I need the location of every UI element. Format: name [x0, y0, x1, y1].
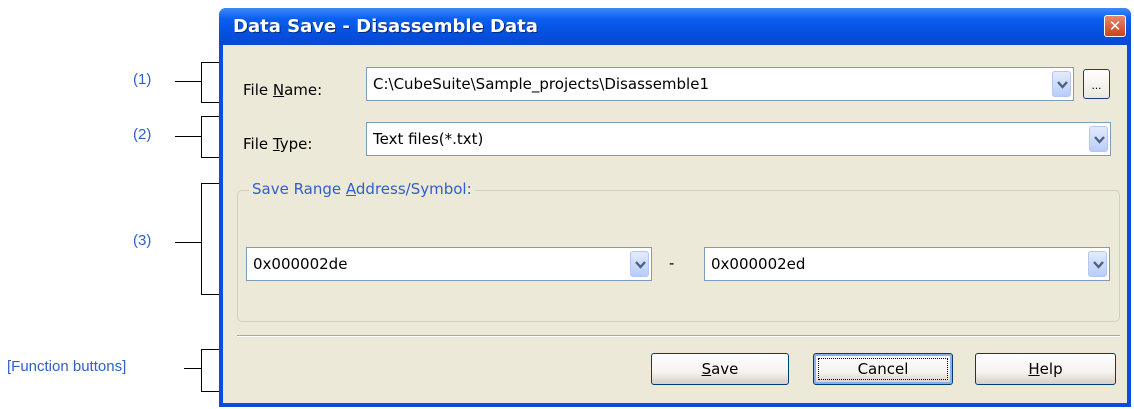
range-start-combobox[interactable]: 0x000002de	[246, 247, 652, 281]
close-button[interactable]: ✕	[1104, 15, 1126, 37]
focus-rectangle	[818, 358, 948, 380]
dialog-title: Data Save - Disassemble Data	[233, 16, 538, 37]
file-name-combobox[interactable]: C:\CubeSuite\Sample_projects\Disassemble…	[366, 67, 1074, 101]
bracket-2-bottom	[201, 157, 221, 158]
bracket-3-bottom	[201, 294, 221, 295]
browse-ellipsis: ...	[1091, 78, 1102, 92]
range-start-dropdown-button[interactable]	[630, 251, 649, 277]
bracket-1-vertical	[201, 62, 202, 103]
help-button[interactable]: Help	[975, 353, 1116, 385]
button-area-separator	[237, 335, 1120, 337]
bracket-2-vertical	[201, 116, 202, 158]
dialog-client-area: File Name: C:\CubeSuite\Sample_projects\…	[223, 45, 1127, 403]
data-save-dialog: Data Save - Disassemble Data ✕ File Name…	[219, 8, 1131, 407]
file-name-value: C:\CubeSuite\Sample_projects\Disassemble…	[373, 75, 709, 93]
bracket-1-connector	[175, 81, 202, 82]
file-name-dropdown-button[interactable]	[1052, 71, 1071, 97]
browse-button[interactable]: ...	[1083, 69, 1110, 99]
bracket-4-bottom	[201, 391, 221, 392]
range-end-dropdown-button[interactable]	[1088, 251, 1107, 277]
callout-1: (1)	[133, 71, 152, 88]
bracket-2-top	[201, 116, 221, 117]
close-icon: ✕	[1108, 17, 1122, 35]
save-button[interactable]: Save	[651, 353, 789, 385]
file-type-value: Text files(*.txt)	[373, 130, 484, 148]
chevron-down-icon	[1057, 81, 1068, 89]
cancel-button[interactable]: Cancel	[813, 353, 953, 385]
bracket-1-bottom	[201, 102, 221, 103]
file-type-label: File Type:	[243, 135, 313, 153]
chevron-down-icon	[1093, 261, 1104, 269]
save-range-legend: Save Range Address/Symbol:	[249, 180, 475, 198]
callout-2: (2)	[133, 126, 152, 143]
range-start-value: 0x000002de	[253, 255, 348, 273]
file-type-dropdown-button[interactable]	[1089, 126, 1108, 152]
bracket-2-connector	[175, 136, 202, 137]
bracket-4-top	[201, 349, 221, 350]
bracket-3-vertical	[201, 183, 202, 295]
chevron-down-icon	[1094, 136, 1105, 144]
range-end-combobox[interactable]: 0x000002ed	[704, 247, 1110, 281]
range-end-value: 0x000002ed	[711, 255, 806, 273]
callout-function-buttons: [Function buttons]	[7, 358, 127, 375]
range-separator: -	[669, 255, 675, 272]
bracket-3-connector	[175, 242, 202, 243]
bracket-4-connector	[184, 368, 202, 369]
bracket-1-top	[201, 62, 221, 63]
callout-3: (3)	[133, 232, 152, 249]
bracket-3-top	[201, 183, 221, 184]
file-type-select[interactable]: Text files(*.txt)	[366, 122, 1111, 156]
file-name-label: File Name:	[243, 81, 323, 99]
bracket-4-vertical	[201, 349, 202, 392]
title-bar[interactable]: Data Save - Disassemble Data ✕	[219, 8, 1131, 45]
chevron-down-icon	[635, 261, 646, 269]
